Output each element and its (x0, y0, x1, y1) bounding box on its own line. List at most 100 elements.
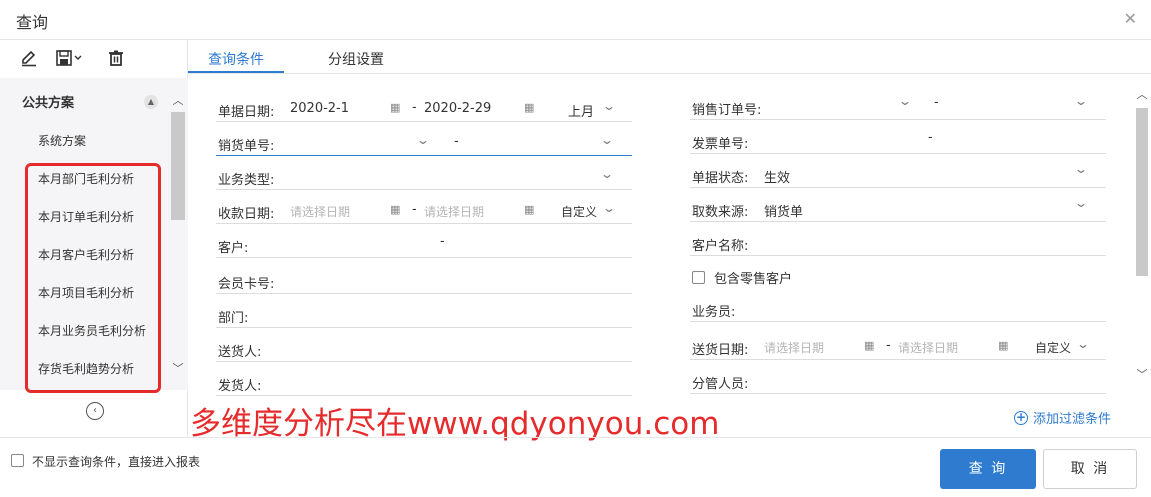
dialog-title: 查询 (16, 13, 49, 32)
include-retail-label: 包含零售客户 (714, 272, 793, 287)
query-button[interactable]: 查 询 (940, 449, 1036, 489)
chevron-down-icon (74, 55, 82, 60)
sales-order-no-field[interactable]: 销售订单号: ⌄ - ⌄ (690, 90, 1106, 120)
calendar-icon[interactable]: ▦ (998, 339, 1008, 352)
range-dash: - (886, 338, 891, 353)
chevron-down-icon[interactable]: ⌄ (416, 133, 430, 147)
field-label: 送货日期: (692, 343, 749, 358)
add-filter-label: 添加过滤条件 (1033, 412, 1112, 427)
dialog-titlebar: 查询 ✕ (0, 0, 1151, 40)
save-icon[interactable] (55, 48, 83, 68)
chevron-down-icon[interactable]: ⌄ (602, 99, 616, 113)
collect-date-field: 收款日期: 请选择日期 ▦ - 请选择日期 ▦ 自定义 ⌄ (216, 194, 632, 224)
chevron-down-icon[interactable]: ⌄ (602, 201, 616, 215)
bill-status-field[interactable]: 单据状态: 生效 ⌄ (690, 158, 1106, 188)
customer-field[interactable]: 客户: - (216, 228, 632, 258)
plus-circle-icon: + (1014, 409, 1028, 425)
field-label: 送货人: (218, 345, 262, 360)
range-dash: - (928, 130, 933, 145)
skip-conditions-checkbox[interactable] (11, 454, 24, 467)
chevron-down-icon[interactable]: ⌄ (600, 167, 614, 181)
field-label: 收款日期: (218, 207, 275, 222)
include-retail-checkbox[interactable] (692, 271, 705, 284)
salesperson-field[interactable]: 业务员: (690, 292, 1106, 322)
delivery-date-from[interactable]: 请选择日期 (764, 339, 824, 356)
collect-date-from[interactable]: 请选择日期 (290, 203, 350, 220)
add-filter-button[interactable]: + 添加过滤条件 (1014, 408, 1111, 427)
chevron-up-icon[interactable]: ▲ (144, 95, 158, 109)
range-dash: - (412, 100, 417, 115)
department-field[interactable]: 部门: (216, 298, 632, 328)
scheme-item[interactable]: 本月项目毛利分析 (38, 284, 134, 301)
scheme-item[interactable]: 本月业务员毛利分析 (38, 322, 146, 339)
bill-date-to[interactable]: 2020-2-29 (424, 101, 491, 116)
field-label: 取数来源: (692, 205, 749, 220)
chevron-up-icon[interactable]: ︿ (1135, 86, 1149, 102)
scheme-scrollbar[interactable]: ︿ ﹀ (169, 90, 187, 380)
collect-date-to[interactable]: 请选择日期 (424, 203, 484, 220)
dialog-footer: 不显示查询条件，直接进入报表 查 询 取 消 (0, 437, 1151, 497)
pencil-icon[interactable] (20, 48, 38, 68)
deliverer-field[interactable]: 送货人: (216, 332, 632, 362)
chevron-up-icon[interactable]: ︿ (171, 92, 185, 108)
shipper-field[interactable]: 发货人: (216, 366, 632, 396)
manager-field[interactable]: 分管人员: (690, 364, 1106, 394)
bill-status-value[interactable]: 生效 (764, 167, 790, 186)
chevron-down-icon[interactable]: ⌄ (600, 133, 614, 147)
tab-bar: 查询条件 分组设置 (188, 40, 1151, 74)
scheme-item[interactable]: 本月部门毛利分析 (38, 170, 134, 187)
bill-date-period[interactable]: 上月 (568, 101, 594, 120)
calendar-icon[interactable]: ▦ (390, 203, 400, 216)
delivery-date-to[interactable]: 请选择日期 (898, 339, 958, 356)
bill-date-from[interactable]: 2020-2-1 (290, 101, 349, 116)
scheme-item[interactable]: 本月订单毛利分析 (38, 208, 134, 225)
scheme-item[interactable]: 系统方案 (38, 132, 86, 149)
scheme-list: 公共方案 ▲ 系统方案 本月部门毛利分析 本月订单毛利分析 本月客户毛利分析 本… (0, 78, 188, 390)
business-type-field[interactable]: 业务类型: ⌄ (216, 160, 632, 190)
chevron-down-icon[interactable]: ⌄ (1074, 196, 1088, 210)
field-label: 客户名称: (692, 239, 749, 254)
scheme-item[interactable]: 本月客户毛利分析 (38, 246, 134, 263)
close-icon[interactable]: ✕ (1124, 9, 1137, 28)
chevron-down-icon[interactable]: ﹀ (171, 360, 185, 376)
range-dash: - (440, 234, 445, 249)
scrollbar-thumb[interactable] (1136, 108, 1148, 276)
member-card-field[interactable]: 会员卡号: (216, 264, 632, 294)
collect-date-period[interactable]: 自定义 (561, 203, 597, 220)
data-source-field[interactable]: 取数来源: 销货单 ⌄ (690, 192, 1106, 222)
skip-conditions-label: 不显示查询条件，直接进入报表 (32, 455, 201, 469)
data-source-value[interactable]: 销货单 (764, 201, 803, 220)
chevron-down-icon[interactable]: ⌄ (1076, 337, 1090, 351)
range-dash: - (454, 134, 459, 149)
calendar-icon[interactable]: ▦ (390, 101, 400, 114)
chevron-down-icon[interactable]: ⌄ (1074, 162, 1088, 176)
delivery-no-field[interactable]: 销货单号: ⌄ - ⌄ (216, 126, 632, 156)
chevron-down-icon[interactable]: ⌄ (1074, 94, 1088, 108)
calendar-icon[interactable]: ▦ (864, 339, 874, 352)
chevron-down-icon[interactable]: ⌄ (898, 94, 912, 108)
invoice-no-field[interactable]: 发票单号: - (690, 124, 1106, 154)
bill-date-field: 单据日期: 2020-2-1 ▦ - 2020-2-29 ▦ 上月 ⌄ (216, 92, 632, 122)
calendar-icon[interactable]: ▦ (524, 101, 534, 114)
field-label: 发票单号: (692, 137, 749, 152)
scheme-toolbar (0, 40, 188, 78)
customer-name-field[interactable]: 客户名称: (690, 226, 1106, 256)
tab-group-settings[interactable]: 分组设置 (328, 49, 384, 69)
tab-query-conditions[interactable]: 查询条件 (208, 49, 264, 69)
scheme-item[interactable]: 存货毛利趋势分析 (38, 360, 134, 377)
field-label: 单据状态: (692, 171, 749, 186)
scrollbar-thumb[interactable] (171, 112, 185, 220)
cancel-button[interactable]: 取 消 (1043, 449, 1137, 489)
scheme-panel: 公共方案 ▲ 系统方案 本月部门毛利分析 本月订单毛利分析 本月客户毛利分析 本… (0, 40, 188, 437)
trash-icon[interactable] (107, 48, 125, 68)
field-label: 单据日期: (218, 105, 275, 120)
chevron-down-icon[interactable]: ﹀ (1135, 366, 1149, 382)
delivery-date-period[interactable]: 自定义 (1035, 339, 1071, 356)
calendar-icon[interactable]: ▦ (524, 203, 534, 216)
form-scrollbar[interactable]: ︿ ﹀ (1133, 84, 1151, 386)
field-label: 销货单号: (218, 139, 275, 154)
field-label: 业务类型: (218, 173, 275, 188)
field-label: 部门: (218, 311, 249, 326)
collapse-panel-icon[interactable]: ‹ (86, 402, 104, 420)
field-label: 客户: (218, 241, 249, 256)
